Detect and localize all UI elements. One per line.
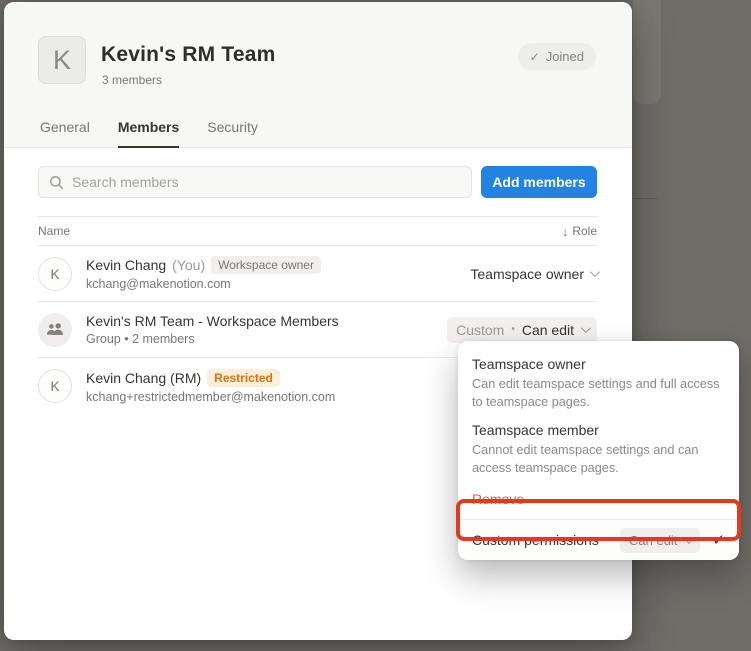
group-name: Kevin's RM Team - Workspace Members xyxy=(86,313,339,329)
search-members-input[interactable] xyxy=(38,166,472,198)
group-info: Kevin's RM Team - Workspace Members Grou… xyxy=(86,313,447,346)
group-icon xyxy=(46,323,64,337)
member-name: Kevin Chang (RM) xyxy=(86,370,201,386)
role-column-header[interactable]: ↓ Role xyxy=(562,224,597,239)
sort-descending-icon: ↓ xyxy=(562,224,569,239)
menu-item-custom-permissions[interactable]: Custom permissions Can edit ✓ xyxy=(458,519,739,560)
add-members-button[interactable]: Add members xyxy=(481,166,597,198)
name-column-header: Name xyxy=(38,224,70,238)
workspace-owner-badge: Workspace owner xyxy=(211,256,321,274)
menu-item-description: Cannot edit teamspace settings and can a… xyxy=(472,441,725,477)
joined-badge-label: Joined xyxy=(546,49,584,64)
teamspace-avatar[interactable]: K xyxy=(38,36,86,84)
menu-item-description: Can edit teamspace settings and full acc… xyxy=(472,375,725,411)
tab-general[interactable]: General xyxy=(40,119,90,148)
can-edit-value: Can edit xyxy=(629,533,677,548)
member-row-kevin-chang: K Kevin Chang (You) Workspace owner kcha… xyxy=(38,246,597,302)
modal-header: K Kevin's RM Team 3 members ✓ Joined Gen… xyxy=(4,2,632,148)
role-dropdown-trigger[interactable]: Teamspace owner xyxy=(470,266,597,282)
member-you-suffix: (You) xyxy=(172,257,205,273)
role-dropdown-menu: Teamspace owner Can edit teamspace setti… xyxy=(458,341,739,560)
chevron-down-icon xyxy=(581,323,591,333)
role-value: Can edit xyxy=(522,322,574,338)
role-value: Teamspace owner xyxy=(470,266,584,282)
restricted-badge: Restricted xyxy=(207,369,280,387)
group-avatar xyxy=(38,313,72,347)
role-prefix: Custom xyxy=(456,322,504,338)
custom-role-dropdown-trigger[interactable]: Custom • Can edit xyxy=(447,317,597,343)
chevron-down-icon xyxy=(684,534,694,544)
member-avatar: K xyxy=(38,257,72,291)
teamspace-member-count: 3 members xyxy=(102,73,162,87)
tab-security[interactable]: Security xyxy=(207,119,258,148)
tab-bar: General Members Security xyxy=(40,119,258,148)
menu-item-teamspace-owner[interactable]: Teamspace owner Can edit teamspace setti… xyxy=(458,351,739,417)
member-avatar: K xyxy=(38,369,72,403)
menu-item-title: Teamspace owner xyxy=(472,354,725,374)
role-separator-dot: • xyxy=(511,324,515,335)
dimmed-background-panel xyxy=(633,0,661,104)
selected-check-icon: ✓ xyxy=(712,531,725,549)
can-edit-dropdown[interactable]: Can edit xyxy=(620,528,700,553)
chevron-down-icon xyxy=(590,267,600,277)
member-info: Kevin Chang (You) Workspace owner kchang… xyxy=(86,256,470,291)
menu-item-title: Teamspace member xyxy=(472,420,725,440)
role-column-label: Role xyxy=(572,224,597,238)
dimmed-background-divider xyxy=(633,198,658,199)
search-icon xyxy=(49,175,64,190)
menu-item-teamspace-member[interactable]: Teamspace member Cannot edit teamspace s… xyxy=(458,417,739,483)
members-table-header: Name ↓ Role xyxy=(38,216,597,246)
check-icon: ✓ xyxy=(530,50,540,64)
tab-members[interactable]: Members xyxy=(118,119,179,148)
member-email: kchang@makenotion.com xyxy=(86,277,470,291)
group-subtitle: Group • 2 members xyxy=(86,332,447,346)
members-toolbar: Add members xyxy=(38,166,597,198)
member-name: Kevin Chang xyxy=(86,257,166,273)
teamspace-title: Kevin's RM Team xyxy=(101,43,276,67)
custom-permissions-label: Custom permissions xyxy=(472,532,610,548)
search-members-field[interactable] xyxy=(72,174,461,190)
menu-item-remove[interactable]: Remove xyxy=(458,483,739,519)
joined-badge[interactable]: ✓ Joined xyxy=(518,43,596,70)
